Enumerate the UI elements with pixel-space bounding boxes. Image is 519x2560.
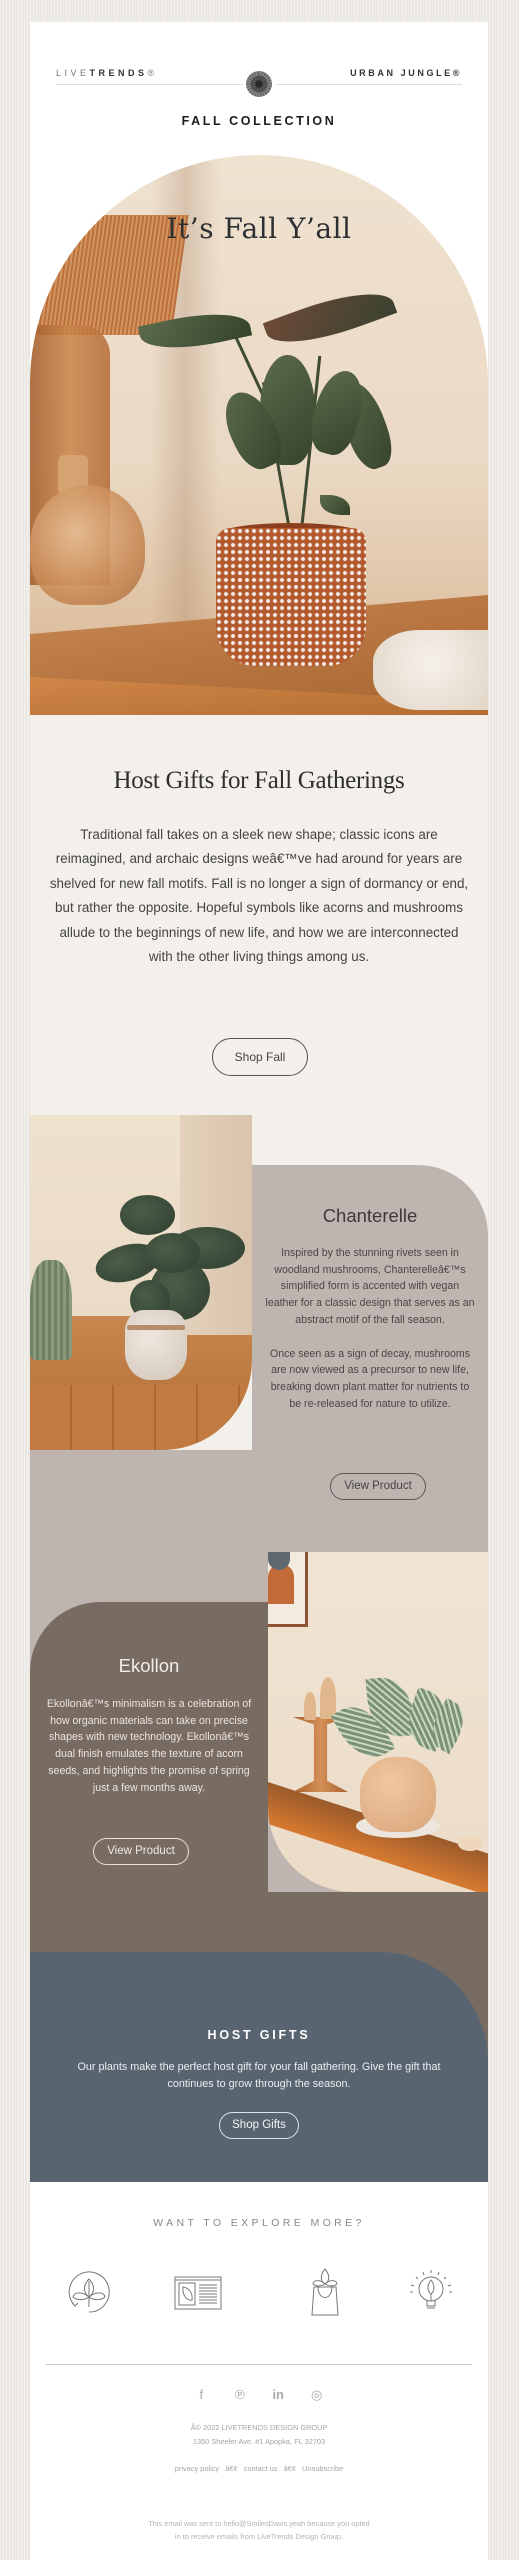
host-gifts-section: HOST GIFTS Our plants make the perfect h… — [30, 1952, 488, 2182]
footer-links: privacy policy â€¢ contact us â€¢ Unsubs… — [30, 2464, 488, 2473]
brand-left-light: LIVE — [56, 68, 90, 78]
chanterelle-green-vase — [30, 1260, 72, 1360]
intro-title: Host Gifts for Fall Gatherings — [113, 767, 405, 794]
link-separator: â€¢ — [283, 2464, 296, 2473]
hero-pillow — [373, 630, 488, 710]
ekollon-mushroom — [320, 1677, 336, 1719]
chanterelle-title: Chanterelle — [322, 1205, 418, 1226]
chanterelle-pot — [125, 1310, 187, 1380]
shop-bag-icon[interactable] — [300, 2267, 350, 2317]
facebook-icon[interactable]: f — [190, 2384, 212, 2406]
footer-sent-notice-line-2: in to receive emails from LiveTrends Des… — [174, 2532, 344, 2541]
host-gifts-title: HOST GIFTS — [207, 2028, 311, 2042]
brand-left-bold: TRENDS — [89, 68, 148, 78]
hero-leaf — [262, 278, 398, 358]
chanterelle-pot-band — [127, 1325, 185, 1330]
hero-pot — [216, 528, 366, 666]
dandelion-logo-icon — [246, 71, 272, 97]
hero-glass-vase — [30, 485, 145, 605]
chanterelle-paragraph-2: Once seen as a sign of decay, mushrooms … — [269, 1347, 470, 1410]
ideas-lightbulb-icon[interactable] — [406, 2267, 456, 2317]
ekollon-image[interactable] — [268, 1552, 488, 1892]
intro-section: Host Gifts for Fall Gatherings Tradition… — [30, 715, 488, 1115]
instagram-icon[interactable]: ◎ — [306, 2384, 328, 2406]
chanterelle-description: Inspired by the stunning rivets seen in … — [264, 1245, 476, 1412]
ekollon-pot — [360, 1757, 436, 1832]
chanterelle-image[interactable] — [30, 1115, 252, 1450]
product-ekollon: Ekollon Ekollonâ€™s minimalism is a cele… — [30, 1552, 488, 1952]
hero-image[interactable]: It’s Fall Y’all — [30, 155, 488, 715]
shop-fall-button[interactable]: Shop Fall — [212, 1038, 308, 1076]
intro-body: Traditional fall takes on a sleek new sh… — [49, 827, 469, 965]
chanterelle-leaf — [145, 1233, 200, 1273]
footer-divider — [46, 2364, 472, 2365]
host-gifts-body: Our plants make the perfect host gift fo… — [77, 2061, 441, 2090]
ekollon-frame-art — [268, 1564, 294, 1604]
brand-left-mark: ® — [147, 68, 158, 78]
header-divider-right — [276, 84, 462, 85]
chanterelle-paragraph-1: Inspired by the stunning rivets seen in … — [265, 1247, 475, 1326]
chanterelle-cabinet — [30, 1385, 252, 1450]
product-chanterelle: Chanterelle Inspired by the stunning riv… — [30, 1115, 488, 1552]
brand-header: LIVETRENDS® URBAN JUNGLE® — [56, 48, 462, 97]
hero-title: It’s Fall Y’all — [166, 212, 352, 245]
link-separator: â€¢ — [225, 2464, 238, 2473]
linkedin-icon[interactable]: in — [267, 2384, 289, 2406]
footer-sent-notice-line-1: This email was sent to hello@SmilesDavis… — [148, 2519, 370, 2528]
email-container: LIVETRENDS® URBAN JUNGLE® FALL COLLECTIO… — [30, 22, 488, 2560]
ekollon-view-product-button[interactable]: View Product — [93, 1838, 189, 1865]
ekollon-title: Ekollon — [118, 1655, 180, 1676]
ekollon-mushroom — [304, 1692, 316, 1720]
urban-jungle-logo[interactable]: URBAN JUNGLE® — [350, 68, 462, 78]
plant-care-icon[interactable] — [64, 2267, 114, 2317]
plant-guide-icon[interactable] — [173, 2267, 223, 2317]
livetrends-logo[interactable]: LIVETRENDS® — [56, 68, 158, 78]
ekollon-bowl — [458, 1837, 482, 1851]
header-divider-left — [56, 84, 242, 85]
explore-icon-row — [30, 2267, 488, 2322]
privacy-policy-link[interactable]: privacy policy — [175, 2464, 219, 2473]
chanterelle-leaf — [120, 1195, 175, 1235]
footer-copyright: Â© 2022 LIVETRENDS DESIGN GROUP — [190, 2423, 328, 2432]
chanterelle-view-product-button[interactable]: View Product — [330, 1473, 426, 1500]
chanterelle-panel-bottom — [30, 1450, 252, 1552]
hero-leaf — [320, 495, 350, 515]
collection-title: FALL COLLECTION — [181, 114, 337, 128]
footer-address: 1350 Sheeler Ave. #1 Apopka, FL 32703 — [192, 2437, 326, 2446]
ekollon-description: Ekollonâ€™s minimalism is a celebration … — [46, 1698, 252, 1794]
shop-gifts-button[interactable]: Shop Gifts — [219, 2112, 299, 2139]
contact-us-link[interactable]: contact us — [244, 2464, 278, 2473]
social-links: f ℗ in ◎ — [30, 2384, 488, 2408]
unsubscribe-link[interactable]: Unsubscribe — [302, 2464, 343, 2473]
pinterest-icon[interactable]: ℗ — [229, 2384, 251, 2406]
explore-title: WANT TO EXPLORE MORE? — [153, 2217, 365, 2229]
